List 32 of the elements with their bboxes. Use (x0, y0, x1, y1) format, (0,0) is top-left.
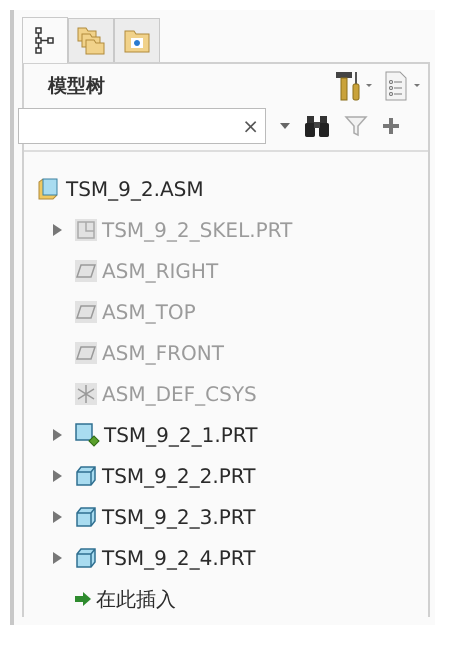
tree-item[interactable]: TSM_9_2_1.PRT (104, 420, 258, 450)
hammer-screwdriver-icon (334, 70, 374, 102)
part-icon (74, 546, 98, 570)
part-icon (74, 464, 98, 488)
tools-button[interactable] (334, 70, 374, 102)
expand-arrow-icon[interactable] (52, 552, 62, 564)
tree-item[interactable]: TSM_9_2_4.PRT (102, 542, 256, 572)
folders-icon (76, 26, 106, 56)
datum-plane-icon (74, 258, 98, 282)
part-icon (74, 504, 98, 528)
filter-icon[interactable] (344, 114, 368, 138)
insert-here-item[interactable]: 在此插入 (96, 584, 176, 614)
skeleton-part-icon (74, 218, 98, 242)
tree-icon (34, 26, 56, 54)
datum-plane-icon (74, 300, 98, 324)
tree-item[interactable]: TSM_9_2.ASM (66, 174, 204, 204)
plus-icon[interactable] (382, 117, 400, 135)
binoculars-icon[interactable] (304, 114, 330, 138)
coordinate-system-icon (74, 382, 98, 406)
dropdown-icon[interactable] (280, 123, 290, 129)
clear-button[interactable]: × (242, 116, 259, 136)
expand-arrow-icon[interactable] (52, 510, 62, 522)
expand-arrow-icon[interactable] (52, 428, 62, 440)
tree-item[interactable]: TSM_9_2_3.PRT (102, 502, 256, 532)
expand-arrow-icon[interactable] (52, 470, 62, 482)
part-icon (74, 422, 100, 448)
search-field[interactable]: × (18, 108, 266, 144)
panel-title: 模型树 (46, 74, 105, 99)
datum-plane-icon (74, 340, 98, 364)
panel-tab[interactable] (22, 17, 68, 63)
tree-item[interactable]: TSM_9_2_2.PRT (102, 460, 256, 490)
arrow-icon (74, 590, 92, 606)
